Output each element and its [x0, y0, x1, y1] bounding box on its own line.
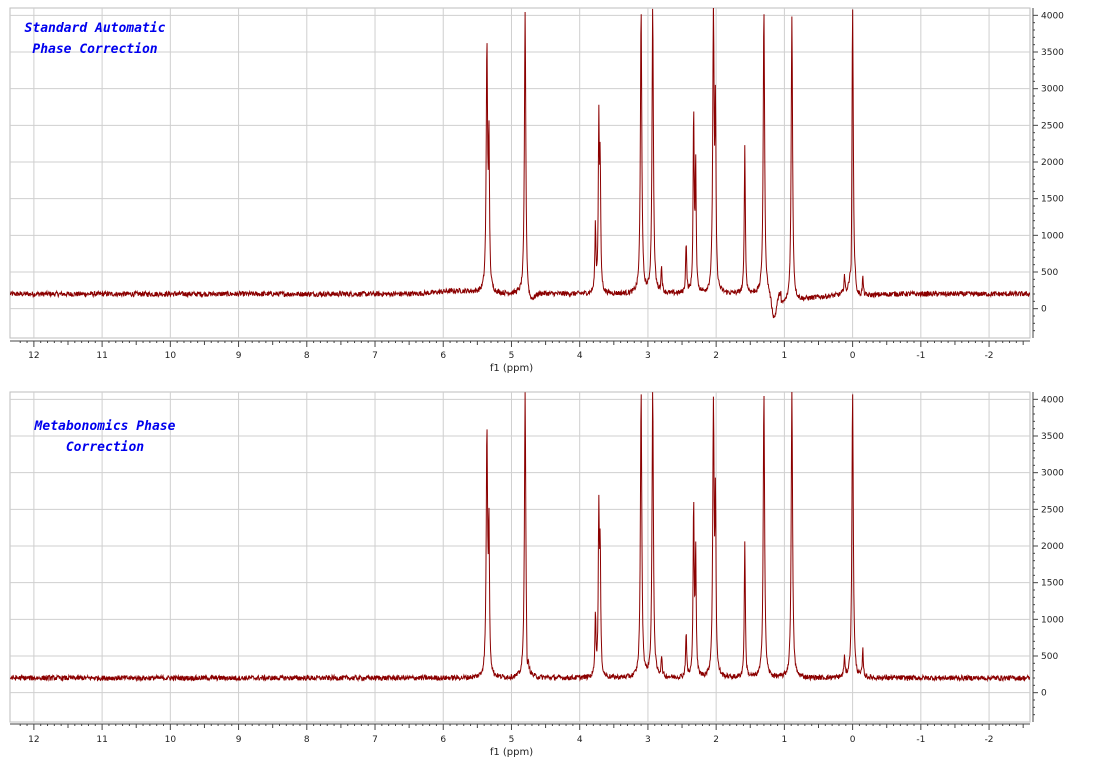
x-tick-label: 3: [645, 351, 651, 361]
x-tick-label: 11: [96, 735, 107, 745]
x-tick-label: 4: [577, 351, 583, 361]
top-panel-title: Standard Automatic Phase Correction: [14, 18, 176, 60]
x-tick-label: 3: [645, 735, 651, 745]
x-tick-label: 10: [165, 351, 177, 361]
x-axis-label: f1 (ppm): [490, 747, 533, 758]
x-tick-label: 12: [28, 351, 39, 361]
x-tick-label: 7: [372, 351, 378, 361]
x-tick-label: 8: [304, 351, 310, 361]
x-tick-label: 9: [236, 735, 242, 745]
x-tick-label: -2: [985, 735, 994, 745]
x-tick-label: 8: [304, 735, 310, 745]
bottom-panel-title-line1: Metabonomics Phase: [34, 419, 176, 434]
y-tick-label: 2000: [1041, 542, 1064, 552]
x-tick-label: 1: [782, 351, 788, 361]
x-tick-label: 5: [509, 735, 515, 745]
y-tick-label: 3500: [1041, 48, 1064, 58]
x-tick-label: -1: [916, 735, 925, 745]
y-tick-label: 0: [1041, 305, 1047, 315]
y-tick-label: 2500: [1041, 121, 1064, 131]
x-tick-label: 11: [96, 351, 107, 361]
bottom-panel-title-line2: Correction: [65, 440, 145, 455]
x-axis-label: f1 (ppm): [490, 363, 533, 374]
x-tick-label: 10: [165, 735, 177, 745]
y-tick-label: 0: [1041, 689, 1047, 699]
x-tick-label: 2: [713, 351, 719, 361]
x-tick-label: 6: [440, 351, 446, 361]
x-tick-label: 5: [509, 351, 515, 361]
top-panel-title-line1: Standard Automatic: [24, 21, 166, 36]
top-panel-title-line2: Phase Correction: [32, 42, 158, 57]
x-tick-label: -1: [916, 351, 925, 361]
x-tick-label: 7: [372, 735, 378, 745]
x-tick-label: 6: [440, 735, 446, 745]
y-tick-label: 1500: [1041, 195, 1064, 205]
y-tick-label: 2000: [1041, 158, 1064, 168]
x-tick-label: 12: [28, 735, 39, 745]
x-tick-label: 0: [850, 351, 856, 361]
x-tick-label: 9: [236, 351, 242, 361]
y-tick-label: 3000: [1041, 85, 1064, 95]
bottom-panel-title: Metabonomics Phase Correction: [22, 416, 188, 458]
y-tick-label: 4000: [1041, 395, 1064, 405]
y-tick-label: 500: [1041, 268, 1058, 278]
x-tick-label: 2: [713, 735, 719, 745]
nmr-comparison-figure: 12 11 10 9 8 7 6 5 4 3 2 1 0 -1 -2f1 (ppm)050010001500…: [9, 7, 1064, 758]
x-tick-label: 0: [850, 735, 856, 745]
x-tick-label: 1: [782, 735, 788, 745]
y-tick-label: 3500: [1041, 432, 1064, 442]
y-tick-label: 1000: [1041, 615, 1064, 625]
x-tick-label: -2: [985, 351, 994, 361]
y-tick-label: 3000: [1041, 469, 1064, 479]
y-tick-label: 2500: [1041, 505, 1064, 515]
y-tick-label: 500: [1041, 652, 1058, 662]
x-tick-label: 4: [577, 735, 583, 745]
y-tick-label: 1500: [1041, 579, 1064, 589]
y-tick-label: 1000: [1041, 231, 1064, 241]
y-tick-label: 4000: [1041, 11, 1064, 21]
